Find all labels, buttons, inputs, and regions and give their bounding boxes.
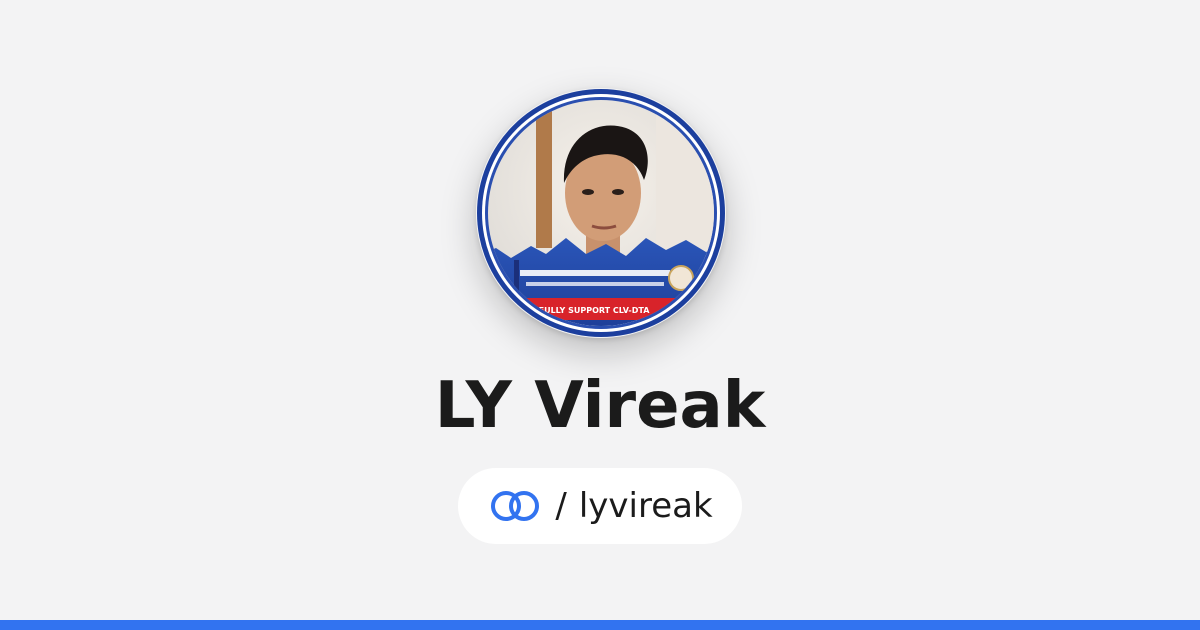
avatar-image: FULLY SUPPORT CLV-DTA <box>477 89 725 337</box>
profile-name: LY Vireak <box>434 369 766 443</box>
handle-separator: / <box>555 486 567 526</box>
handle-username: lyvireak <box>578 486 713 526</box>
avatar-banner-text: FULLY SUPPORT CLV-DTA <box>539 306 651 315</box>
accent-bar <box>0 620 1200 630</box>
profile-avatar[interactable]: FULLY SUPPORT CLV-DTA <box>476 88 726 338</box>
link-rings-icon <box>487 488 543 524</box>
profile-handle-button[interactable]: / lyvireak <box>458 468 742 544</box>
